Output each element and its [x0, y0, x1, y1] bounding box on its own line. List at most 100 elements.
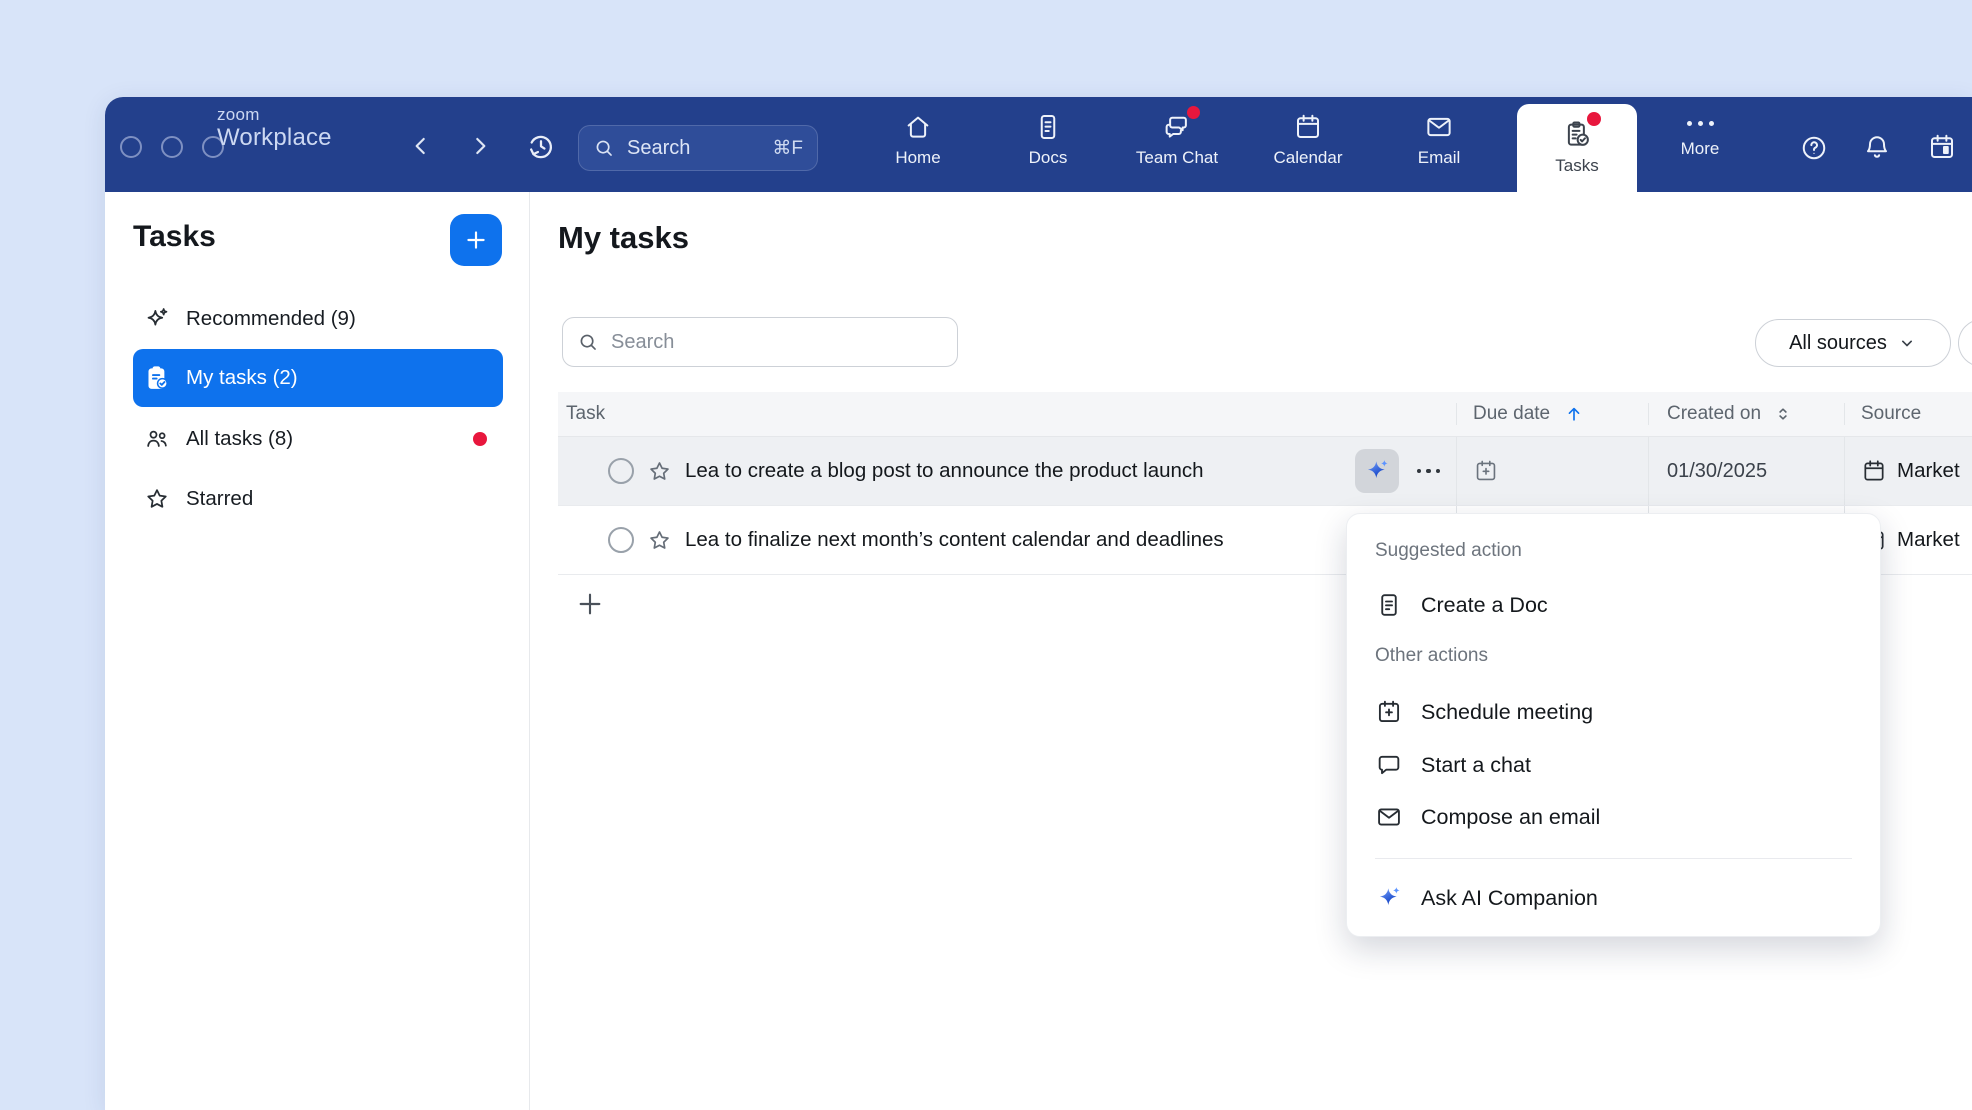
task-cell: Lea to create a blog post to announce th…	[558, 437, 1456, 505]
forward-button[interactable]	[467, 133, 493, 159]
sort-ascending-icon[interactable]	[1564, 404, 1584, 424]
logo-workplace-text: Workplace	[217, 126, 332, 150]
sidebar-item-recommended[interactable]: Recommended (9)	[133, 293, 503, 345]
nav-label-calendar: Calendar	[1274, 148, 1343, 168]
email-icon	[1424, 112, 1454, 142]
nav-tab-calendar[interactable]: Calendar	[1260, 97, 1356, 192]
chevron-right-icon	[467, 133, 493, 159]
history-icon	[525, 130, 557, 162]
sidebar-item-my-tasks-active[interactable]: My tasks (2)	[133, 349, 503, 407]
nav-label-tasks: Tasks	[1555, 156, 1598, 176]
table-header-row: Task Due date Created on Source	[558, 392, 1972, 437]
doc-icon	[1375, 591, 1403, 619]
team-chat-notification-dot	[1187, 106, 1200, 119]
back-button[interactable]	[408, 133, 434, 159]
nav-tab-more[interactable]: More	[1652, 97, 1748, 192]
zoom-workplace-logo: zoom Workplace	[217, 106, 332, 150]
sidebar-label-recommended: Recommended (9)	[186, 307, 356, 331]
header-created-on-label: Created on	[1667, 403, 1761, 425]
search-shortcut-hint: ⌘F	[772, 137, 803, 160]
tasks-search[interactable]	[562, 317, 958, 367]
due-date-cell[interactable]	[1456, 437, 1648, 505]
calendar-plus-icon	[1375, 698, 1403, 726]
nav-tab-team-chat[interactable]: Team Chat	[1129, 97, 1225, 192]
sparkles-icon	[143, 305, 171, 333]
plus-icon	[463, 227, 489, 253]
filter-button-partial[interactable]	[1958, 319, 1972, 367]
calendar-icon	[1293, 112, 1323, 142]
star-icon	[143, 485, 171, 513]
header-due-date-label: Due date	[1473, 403, 1550, 425]
add-due-date-icon[interactable]	[1473, 458, 1499, 484]
ai-sparkle-icon	[1363, 457, 1391, 485]
add-task-inline-button[interactable]	[574, 588, 606, 620]
source-cell: Market	[1844, 437, 1972, 505]
menu-section-other: Other actions	[1375, 645, 1488, 667]
app-window: zoom Workplace ⌘F Home Docs	[105, 97, 1972, 1110]
bell-icon	[1862, 132, 1892, 162]
nav-tab-home[interactable]: Home	[870, 97, 966, 192]
menu-item-schedule-meeting[interactable]: Schedule meeting	[1361, 690, 1866, 734]
menu-item-compose-an-email[interactable]: Compose an email	[1361, 795, 1866, 839]
tasks-icon	[1562, 119, 1592, 149]
tasks-search-input[interactable]	[609, 330, 943, 355]
sidebar-item-all-tasks[interactable]: All tasks (8)	[133, 413, 503, 465]
search-icon	[593, 137, 615, 159]
people-icon	[143, 425, 171, 453]
calendar-date-button[interactable]	[1927, 132, 1957, 162]
top-navbar: zoom Workplace ⌘F Home Docs	[105, 97, 1972, 192]
envelope-icon	[1375, 803, 1403, 831]
sort-toggle-icon[interactable]	[1773, 404, 1793, 424]
header-task-label: Task	[566, 403, 605, 425]
chevron-left-icon	[408, 133, 434, 159]
source-value: Market	[1897, 459, 1960, 483]
task-complete-checkbox[interactable]	[608, 458, 634, 484]
menu-item-start-a-chat[interactable]: Start a chat	[1361, 743, 1866, 787]
menu-divider	[1375, 858, 1852, 859]
calendar-source-icon	[1861, 458, 1887, 484]
task-title: Lea to create a blog post to announce th…	[685, 459, 1204, 483]
tasks-sidebar: Tasks Recommended (9) My tasks (2) All t…	[105, 192, 530, 1110]
nav-label-more: More	[1681, 139, 1720, 159]
sidebar-title: Tasks	[133, 220, 216, 254]
menu-item-ask-ai-companion[interactable]: Ask AI Companion	[1361, 876, 1866, 920]
sidebar-item-starred[interactable]: Starred	[133, 473, 503, 525]
column-header-task: Task	[558, 403, 1456, 425]
sidebar-label-my-tasks: My tasks (2)	[186, 366, 298, 390]
column-header-due-date[interactable]: Due date	[1456, 403, 1648, 425]
ai-sparkle-icon	[1375, 884, 1403, 912]
menu-label-schedule-meeting: Schedule meeting	[1421, 700, 1593, 725]
global-search[interactable]: ⌘F	[578, 125, 818, 171]
created-on-value: 01/30/2025	[1667, 460, 1767, 483]
desktop: { "colors":{ "accent_blue":"#0e72ed", "n…	[0, 0, 1972, 1110]
nav-tab-docs[interactable]: Docs	[1000, 97, 1096, 192]
home-icon	[903, 112, 933, 142]
menu-item-create-a-doc[interactable]: Create a Doc	[1361, 583, 1866, 627]
row-more-options-button[interactable]	[1415, 463, 1443, 480]
search-icon	[577, 331, 599, 353]
global-search-input[interactable]	[625, 136, 764, 161]
nav-tab-tasks-active[interactable]: Tasks	[1517, 104, 1637, 192]
star-icon[interactable]	[646, 527, 673, 554]
history-button[interactable]	[525, 130, 557, 162]
star-icon[interactable]	[646, 458, 673, 485]
chevron-down-icon	[1897, 333, 1917, 353]
ai-companion-button-active[interactable]	[1355, 449, 1399, 493]
task-row-1[interactable]: Lea to create a blog post to announce th…	[558, 437, 1972, 506]
task-cell: Lea to finalize next month’s content cal…	[558, 506, 1456, 574]
chat-bubble-icon	[1375, 751, 1403, 779]
nav-tab-email[interactable]: Email	[1391, 97, 1487, 192]
notifications-button[interactable]	[1862, 132, 1892, 162]
nav-label-email: Email	[1418, 148, 1461, 168]
add-task-button[interactable]	[450, 214, 502, 266]
help-button[interactable]	[1799, 133, 1829, 163]
created-on-cell: 01/30/2025	[1648, 437, 1844, 505]
source-value: Market	[1897, 528, 1960, 552]
menu-label-start-a-chat: Start a chat	[1421, 753, 1531, 778]
window-control-minimize[interactable]	[161, 136, 183, 158]
column-header-created-on[interactable]: Created on	[1648, 403, 1844, 425]
window-control-close[interactable]	[120, 136, 142, 158]
sources-filter-dropdown[interactable]: All sources	[1755, 319, 1951, 367]
task-complete-checkbox[interactable]	[608, 527, 634, 553]
menu-label-ask-ai-companion: Ask AI Companion	[1421, 886, 1598, 911]
